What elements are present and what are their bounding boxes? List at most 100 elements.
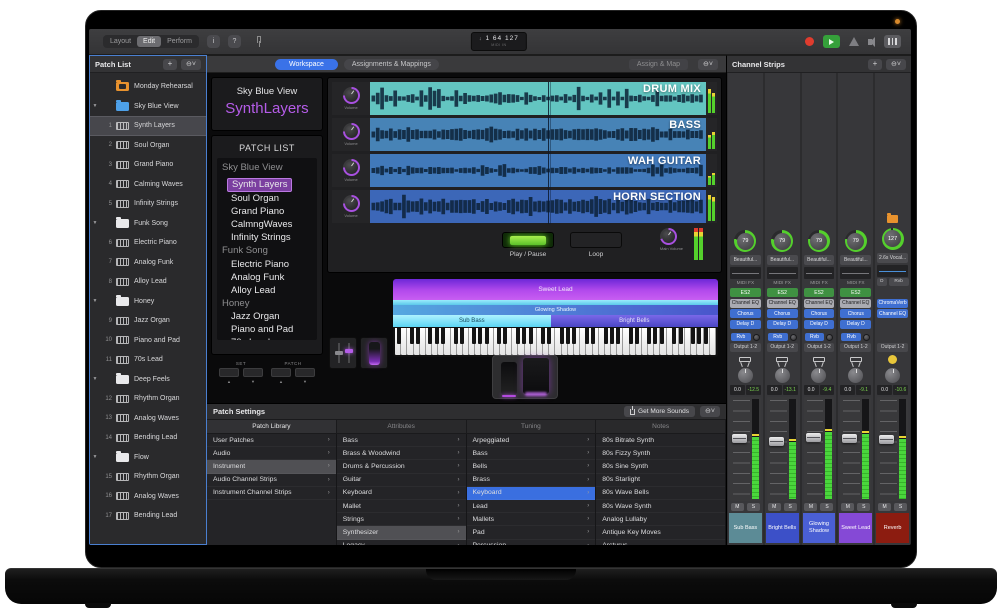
instrument-slot[interactable]: ES2: [804, 288, 835, 297]
black-key[interactable]: [653, 328, 657, 344]
tab-workspace[interactable]: Workspace: [275, 59, 338, 70]
ps-item[interactable]: 80s Wave Bells: [596, 487, 725, 500]
play-pause-button[interactable]: [502, 232, 554, 248]
fader-cap[interactable]: [769, 437, 784, 446]
black-key[interactable]: [435, 328, 439, 344]
mod-wheel[interactable]: [360, 337, 388, 369]
strip-preset-label[interactable]: Beautiful...: [804, 255, 835, 265]
channel-strip[interactable]: 1272.6s Vocal...ORvbChromaVerbChannel EQ…: [875, 73, 910, 545]
get-more-sounds-button[interactable]: Get More Sounds: [624, 406, 695, 417]
eq-thumbnail[interactable]: [730, 267, 761, 279]
onscreen-patch-item[interactable]: CalmngWaves: [222, 218, 317, 231]
disclosure-icon[interactable]: ▼: [90, 376, 100, 382]
eq-thumbnail[interactable]: [804, 267, 835, 279]
pan-knob[interactable]: [848, 368, 863, 383]
ps-tab-tuning[interactable]: Tuning: [467, 420, 597, 433]
onscreen-patch-item[interactable]: Funk Song: [222, 244, 317, 257]
patch-row[interactable]: 10Piano and Pad: [90, 331, 206, 351]
expression-pedal[interactable]: [501, 362, 517, 394]
black-key[interactable]: [566, 328, 570, 344]
white-key[interactable]: [420, 328, 426, 355]
set-row[interactable]: Monday Rehearsal: [90, 77, 206, 97]
ps-item[interactable]: Legacy›: [337, 540, 466, 546]
send-button[interactable]: Rvb: [731, 333, 751, 341]
track-waveform[interactable]: WAH GUITAR: [370, 154, 706, 187]
patch-row[interactable]: 4Calming Waves: [90, 175, 206, 195]
ps-item[interactable]: 80s Starlight: [596, 474, 725, 487]
fx-slot[interactable]: Chorus: [730, 309, 761, 318]
fader-cap[interactable]: [879, 435, 894, 444]
fx-slot[interactable]: Delay D: [840, 320, 871, 329]
instrument-slot[interactable]: ES2: [767, 288, 798, 297]
black-key[interactable]: [503, 328, 507, 344]
track-waveform[interactable]: DRUM MIX: [370, 82, 706, 115]
black-key[interactable]: [472, 328, 476, 344]
fx-slot[interactable]: Chorus: [804, 309, 835, 318]
black-key[interactable]: [522, 328, 526, 344]
strip-nameplate[interactable]: Glowing Shadow: [803, 513, 836, 543]
strip-preset-label[interactable]: Beautiful...: [840, 255, 871, 265]
ps-item[interactable]: Analog Lullaby: [596, 513, 725, 526]
black-key[interactable]: [410, 328, 414, 344]
black-key[interactable]: [485, 328, 489, 344]
patch-row[interactable]: 5Infinity Strings: [90, 194, 206, 214]
ps-item[interactable]: Instrument›: [207, 460, 336, 473]
master-mute-icon[interactable]: [868, 39, 872, 45]
mute-button[interactable]: M: [841, 503, 854, 511]
tuner-icon[interactable]: [255, 36, 265, 47]
info-button[interactable]: i: [207, 35, 220, 48]
ps-item[interactable]: Brass & Woodwind›: [337, 447, 466, 460]
black-key[interactable]: [691, 328, 695, 344]
ps-item[interactable]: Strings›: [337, 513, 466, 526]
help-button[interactable]: ?: [228, 35, 241, 48]
strip-preset-label[interactable]: Beautiful...: [730, 255, 761, 265]
tab-assignments-mappings[interactable]: Assignments & Mappings: [344, 59, 439, 70]
ps-item[interactable]: 80s Bitrate Synth: [596, 434, 725, 447]
patch-row[interactable]: 2Soul Organ: [90, 136, 206, 156]
channel-strips-toggle[interactable]: [884, 35, 901, 48]
output-slot[interactable]: Output 1-2: [804, 343, 835, 352]
pan-knob[interactable]: [738, 368, 753, 383]
mode-button-edit[interactable]: Edit: [137, 36, 161, 47]
strip-knob[interactable]: 79: [734, 230, 756, 252]
fx-slot[interactable]: ChromaVerb: [877, 299, 908, 308]
ps-item[interactable]: Arpeggiated›: [467, 434, 596, 447]
track-volume-knob[interactable]: [343, 87, 360, 104]
layer-glowing-shadow[interactable]: Glowing Shadow: [393, 305, 718, 315]
track-volume-knob[interactable]: [343, 123, 360, 140]
input-button[interactable]: O: [877, 278, 887, 286]
add-channel-strip-button[interactable]: +: [868, 59, 882, 70]
patch-row[interactable]: 7Analog Funk: [90, 253, 206, 273]
patch-row[interactable]: 13Analog Waves: [90, 409, 206, 429]
fader-cap[interactable]: [806, 433, 821, 442]
set-row[interactable]: ▼Deep Feels: [90, 370, 206, 390]
fx-slot[interactable]: Channel EQ: [840, 299, 871, 308]
black-key[interactable]: [560, 328, 564, 344]
ps-item[interactable]: Audio›: [207, 447, 336, 460]
workspace-action-menu[interactable]: ⊖˅: [698, 59, 718, 70]
onscreen-patch-item[interactable]: Grand Piano: [222, 205, 317, 218]
black-key[interactable]: [604, 328, 608, 344]
strip-knob[interactable]: 79: [808, 230, 830, 252]
volume-fader[interactable]: [840, 397, 871, 501]
ps-item[interactable]: Antique Key Moves: [596, 526, 725, 539]
ps-item[interactable]: Bass›: [467, 447, 596, 460]
black-key[interactable]: [572, 328, 576, 344]
patch-row[interactable]: 8Alloy Lead: [90, 272, 206, 292]
volume-fader[interactable]: [767, 397, 798, 501]
ps-item[interactable]: Pad›: [467, 526, 596, 539]
black-key[interactable]: [704, 328, 708, 344]
fx-slot[interactable]: Chorus: [767, 309, 798, 318]
strip-nameplate[interactable]: Sub Bass: [729, 513, 762, 543]
fader-cap[interactable]: [732, 434, 747, 443]
fx-slot[interactable]: Channel EQ: [767, 299, 798, 308]
ps-tab-patch-library[interactable]: Patch Library: [207, 420, 337, 433]
sustain-pedal[interactable]: [523, 358, 549, 394]
onscreen-patch-item[interactable]: Jazz Organ: [222, 310, 317, 323]
patch-down-button[interactable]: [295, 368, 315, 377]
black-key[interactable]: [441, 328, 445, 344]
fx-slot[interactable]: Channel EQ: [730, 299, 761, 308]
ps-item[interactable]: 80s Fizzy Synth: [596, 447, 725, 460]
ps-item[interactable]: Mallet›: [337, 500, 466, 513]
disclosure-icon[interactable]: ▼: [90, 103, 100, 109]
